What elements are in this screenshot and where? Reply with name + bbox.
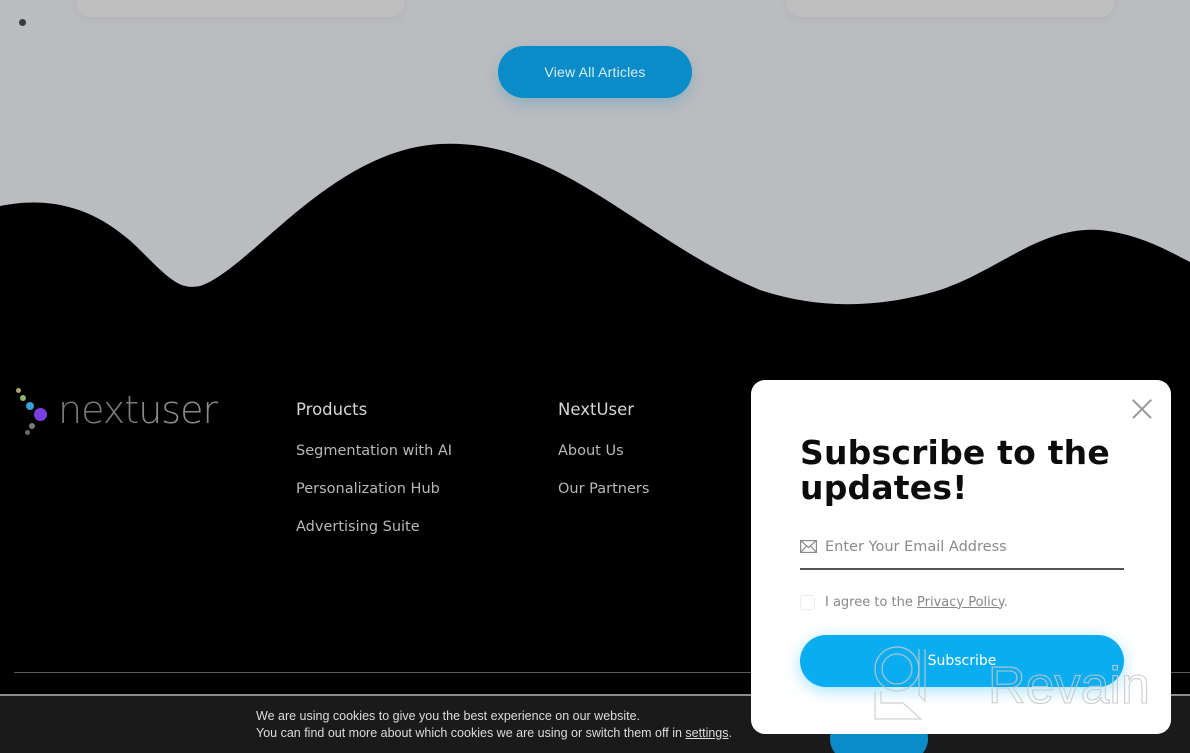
logo-dot xyxy=(16,388,21,393)
privacy-checkbox[interactable] xyxy=(800,594,815,610)
cookie-line-1: We are using cookies to give you the bes… xyxy=(256,709,641,723)
column-heading: NextUser xyxy=(558,400,635,419)
subscribe-button[interactable]: Subscribe xyxy=(800,635,1124,687)
envelope-icon xyxy=(800,540,817,553)
logo-dot xyxy=(25,430,30,435)
modal-title: Subscribe to the updates! xyxy=(800,433,1110,507)
close-icon[interactable] xyxy=(1131,398,1153,420)
column-heading: Products xyxy=(296,400,368,419)
privacy-agree: I agree to the Privacy Policy. xyxy=(800,593,1008,611)
article-card[interactable] xyxy=(787,0,1114,17)
footer-column-products: Products Segmentation with AI Personaliz… xyxy=(296,400,452,556)
email-input[interactable] xyxy=(825,535,1120,559)
footer-link-partners[interactable]: Our Partners xyxy=(558,480,649,498)
footer-link-personalization[interactable]: Personalization Hub xyxy=(296,480,452,498)
wave-shape xyxy=(0,143,1190,340)
cookie-line-2: You can find out more about which cookie… xyxy=(256,726,732,740)
view-all-articles-button[interactable]: View All Articles xyxy=(498,46,692,98)
subscribe-modal: Subscribe to the updates! I agree to the… xyxy=(751,380,1171,734)
logo-dot xyxy=(29,423,35,429)
wave-divider xyxy=(0,143,1190,340)
cookie-settings-link[interactable]: settings xyxy=(685,726,728,740)
agree-text: I agree to the Privacy Policy. xyxy=(825,594,1008,610)
nextuser-logo[interactable]: nextuser xyxy=(14,388,234,438)
footer-link-advertising[interactable]: Advertising Suite xyxy=(296,518,452,536)
logo-dot xyxy=(20,395,26,401)
footer-link-about[interactable]: About Us xyxy=(558,442,649,460)
logo-text: nextuser xyxy=(58,388,218,432)
cookie-text: We are using cookies to give you the bes… xyxy=(256,708,732,742)
logo-dot xyxy=(34,408,47,421)
footer-link-segmentation[interactable]: Segmentation with AI xyxy=(296,442,452,460)
footer-column-nextuser: NextUser About Us Our Partners xyxy=(558,400,649,518)
bullet-dot xyxy=(19,19,26,26)
article-card[interactable] xyxy=(77,0,404,17)
privacy-policy-link[interactable]: Privacy Policy xyxy=(917,595,1004,610)
logo-dot xyxy=(26,402,34,410)
email-field xyxy=(800,532,1124,570)
